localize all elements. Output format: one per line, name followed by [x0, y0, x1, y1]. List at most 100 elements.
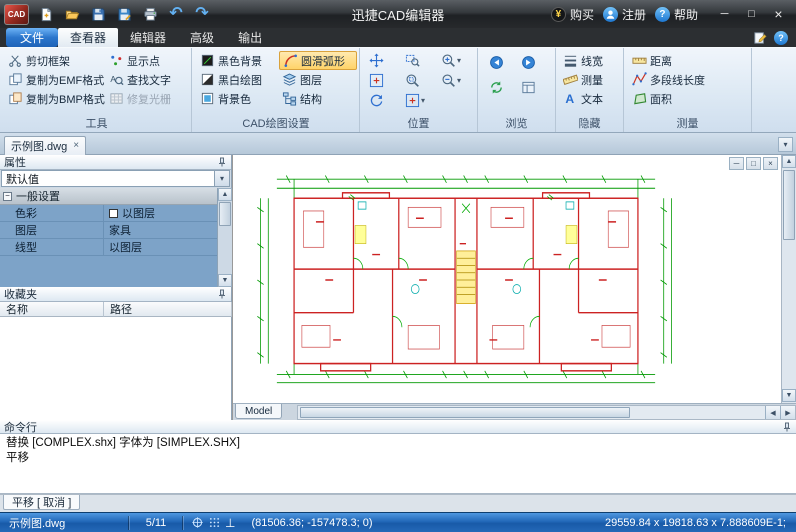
bw-drawing-button[interactable]: 黑白绘图 — [197, 70, 275, 89]
scroll-up-button[interactable]: ▲ — [218, 188, 232, 201]
zoom-extents-button[interactable] — [368, 71, 385, 90]
copy-bmp-button[interactable]: 复制为BMP格式 — [5, 89, 105, 108]
pin-icon[interactable] — [217, 289, 227, 299]
help-button[interactable]: ? 帮助 — [654, 6, 698, 23]
scroll-down-button[interactable]: ▼ — [218, 274, 232, 287]
scrollbar-thumb[interactable] — [219, 202, 231, 226]
property-name: 线型 — [0, 239, 104, 255]
tab-advanced[interactable]: 高级 — [178, 28, 226, 47]
minimize-button[interactable]: ─ — [711, 4, 738, 24]
mdi-restore-button[interactable]: □ — [746, 157, 761, 170]
property-row-color[interactable]: 色彩 以图层 — [0, 205, 217, 222]
tab-output[interactable]: 输出 — [226, 28, 274, 47]
restore-icon: □ — [751, 159, 756, 168]
property-row-layer[interactable]: 图层 家具 — [0, 222, 217, 239]
active-command-tab[interactable]: 平移 [ 取消 ] — [3, 495, 81, 510]
model-tab[interactable]: Model — [235, 404, 283, 419]
group-label-measure: 测量 — [676, 118, 699, 130]
favorites-col-name[interactable]: 名称 — [0, 302, 104, 317]
property-row-linetype[interactable]: 线型 以图层 — [0, 239, 217, 256]
feedback-icon[interactable] — [753, 30, 768, 45]
next-view-button[interactable] — [520, 53, 537, 72]
preset-dropdown[interactable]: 默认值 ▾ — [1, 170, 230, 187]
scroll-left-button[interactable]: ◀ — [765, 406, 780, 419]
tab-list-dropdown-button[interactable]: ▾ — [778, 137, 793, 152]
snap-toggle-icon[interactable] — [191, 516, 204, 529]
command-line-output[interactable]: 替换 [COMPLEX.shx] 字体为 [SIMPLEX.SHX] 平移 — [0, 434, 796, 494]
zoom-out-button[interactable]: ▾ — [440, 71, 462, 90]
layers-button[interactable]: 图层 — [279, 70, 357, 89]
distance-button[interactable]: 距离 — [629, 51, 749, 70]
collapse-icon[interactable]: − — [3, 191, 12, 201]
pan-button[interactable] — [368, 51, 385, 70]
smooth-arc-button[interactable]: 圆滑弧形 — [279, 51, 357, 70]
register-button[interactable]: 注册 — [602, 6, 646, 23]
tab-viewer[interactable]: 查看器 — [58, 28, 119, 47]
tab-close-icon[interactable]: × — [73, 141, 79, 151]
mdi-window-controls: ─ □ × — [729, 157, 778, 170]
color-swatch — [109, 208, 118, 218]
zoom-dynamic-button[interactable] — [404, 71, 421, 90]
mdi-close-button[interactable]: × — [763, 157, 778, 170]
refresh-view-button[interactable] — [488, 78, 505, 97]
ortho-toggle-icon[interactable]: ⊥ — [225, 516, 235, 530]
document-tab[interactable]: 示例图.dwg × — [4, 136, 87, 155]
document-tab-strip: 示例图.dwg × ▾ — [0, 133, 796, 155]
zoom-previous-button[interactable] — [368, 91, 385, 110]
pin-icon[interactable] — [782, 422, 792, 432]
mdi-minimize-button[interactable]: ─ — [729, 157, 744, 170]
favorites-list[interactable] — [0, 317, 231, 420]
zoom-window-button[interactable] — [404, 51, 421, 70]
save-button[interactable] — [86, 3, 110, 25]
help-small-icon[interactable]: ? — [774, 30, 788, 45]
copy-emf-button[interactable]: 复制为EMF格式 — [5, 70, 105, 89]
background-color-button[interactable]: 背景色 — [197, 89, 275, 108]
find-text-button[interactable]: A 查找文字 — [106, 70, 190, 89]
save-as-button[interactable] — [112, 3, 136, 25]
print-button[interactable] — [138, 3, 162, 25]
pin-icon[interactable] — [217, 157, 227, 167]
property-group-row[interactable]: − 一般设置 — [0, 188, 217, 205]
structure-button[interactable]: 结构 — [279, 89, 357, 108]
scrollbar-thumb[interactable] — [300, 407, 630, 418]
favorites-col-path[interactable]: 路径 — [104, 302, 232, 317]
line-width-button[interactable]: 线宽 — [560, 51, 622, 70]
scrollbar-thumb[interactable] — [783, 170, 795, 240]
clip-frame-button[interactable]: 剪切框架 — [5, 51, 103, 70]
vertical-scrollbar[interactable]: ▲ ▼ — [781, 155, 796, 403]
button-label: 复制为EMF格式 — [26, 74, 105, 87]
scroll-up-button[interactable]: ▲ — [782, 155, 796, 168]
maximize-button[interactable]: □ — [738, 4, 765, 24]
group-label-tools: 工具 — [85, 118, 108, 130]
close-button[interactable]: × — [765, 4, 792, 24]
drawing-canvas[interactable]: ─ □ × ▲ ▼ Model ◀ ▶ — [233, 155, 796, 420]
line-width-icon — [563, 54, 578, 67]
file-menu-button[interactable]: 文件 — [6, 28, 59, 47]
hide-text-button[interactable]: A 文本 — [560, 89, 622, 108]
status-page-indicator[interactable]: 5/11 — [130, 517, 182, 529]
area-button[interactable]: 面积 — [629, 89, 749, 108]
black-background-button[interactable]: 黑色背景 — [197, 51, 275, 70]
print-icon — [143, 7, 157, 21]
redo-button[interactable]: ↷ — [190, 3, 214, 25]
show-points-button[interactable]: 显示点 — [106, 51, 190, 70]
polyline-length-button[interactable]: 多段线长度 — [629, 70, 749, 89]
zoom-all-button[interactable]: ▾ — [404, 91, 426, 110]
property-group-label: 一般设置 — [16, 191, 60, 203]
scroll-down-button[interactable]: ▼ — [782, 389, 796, 402]
property-grid-scrollbar[interactable]: ▲ ▼ — [217, 188, 232, 287]
open-folder-icon — [65, 10, 79, 19]
tab-editor[interactable]: 编辑器 — [118, 28, 178, 47]
zoom-in-button[interactable]: ▾ — [440, 51, 462, 70]
scroll-right-button[interactable]: ▶ — [780, 406, 795, 419]
open-file-button[interactable] — [60, 3, 84, 25]
horizontal-scrollbar[interactable]: ◀ ▶ — [297, 405, 796, 420]
buy-button[interactable]: ¥ 购买 — [550, 6, 594, 23]
undo-button[interactable]: ↶ — [164, 3, 188, 25]
new-file-button[interactable] — [34, 3, 58, 25]
title-bar: CAD ↶ ↷ 迅捷CAD编辑器 ¥ 购买 注册 ? 帮助 ─ □ × — [0, 0, 796, 28]
previous-view-button[interactable] — [488, 53, 505, 72]
hide-measure-button[interactable]: 测量 — [560, 70, 622, 89]
grid-toggle-icon[interactable] — [208, 516, 221, 529]
layout-view-button[interactable] — [520, 78, 537, 97]
